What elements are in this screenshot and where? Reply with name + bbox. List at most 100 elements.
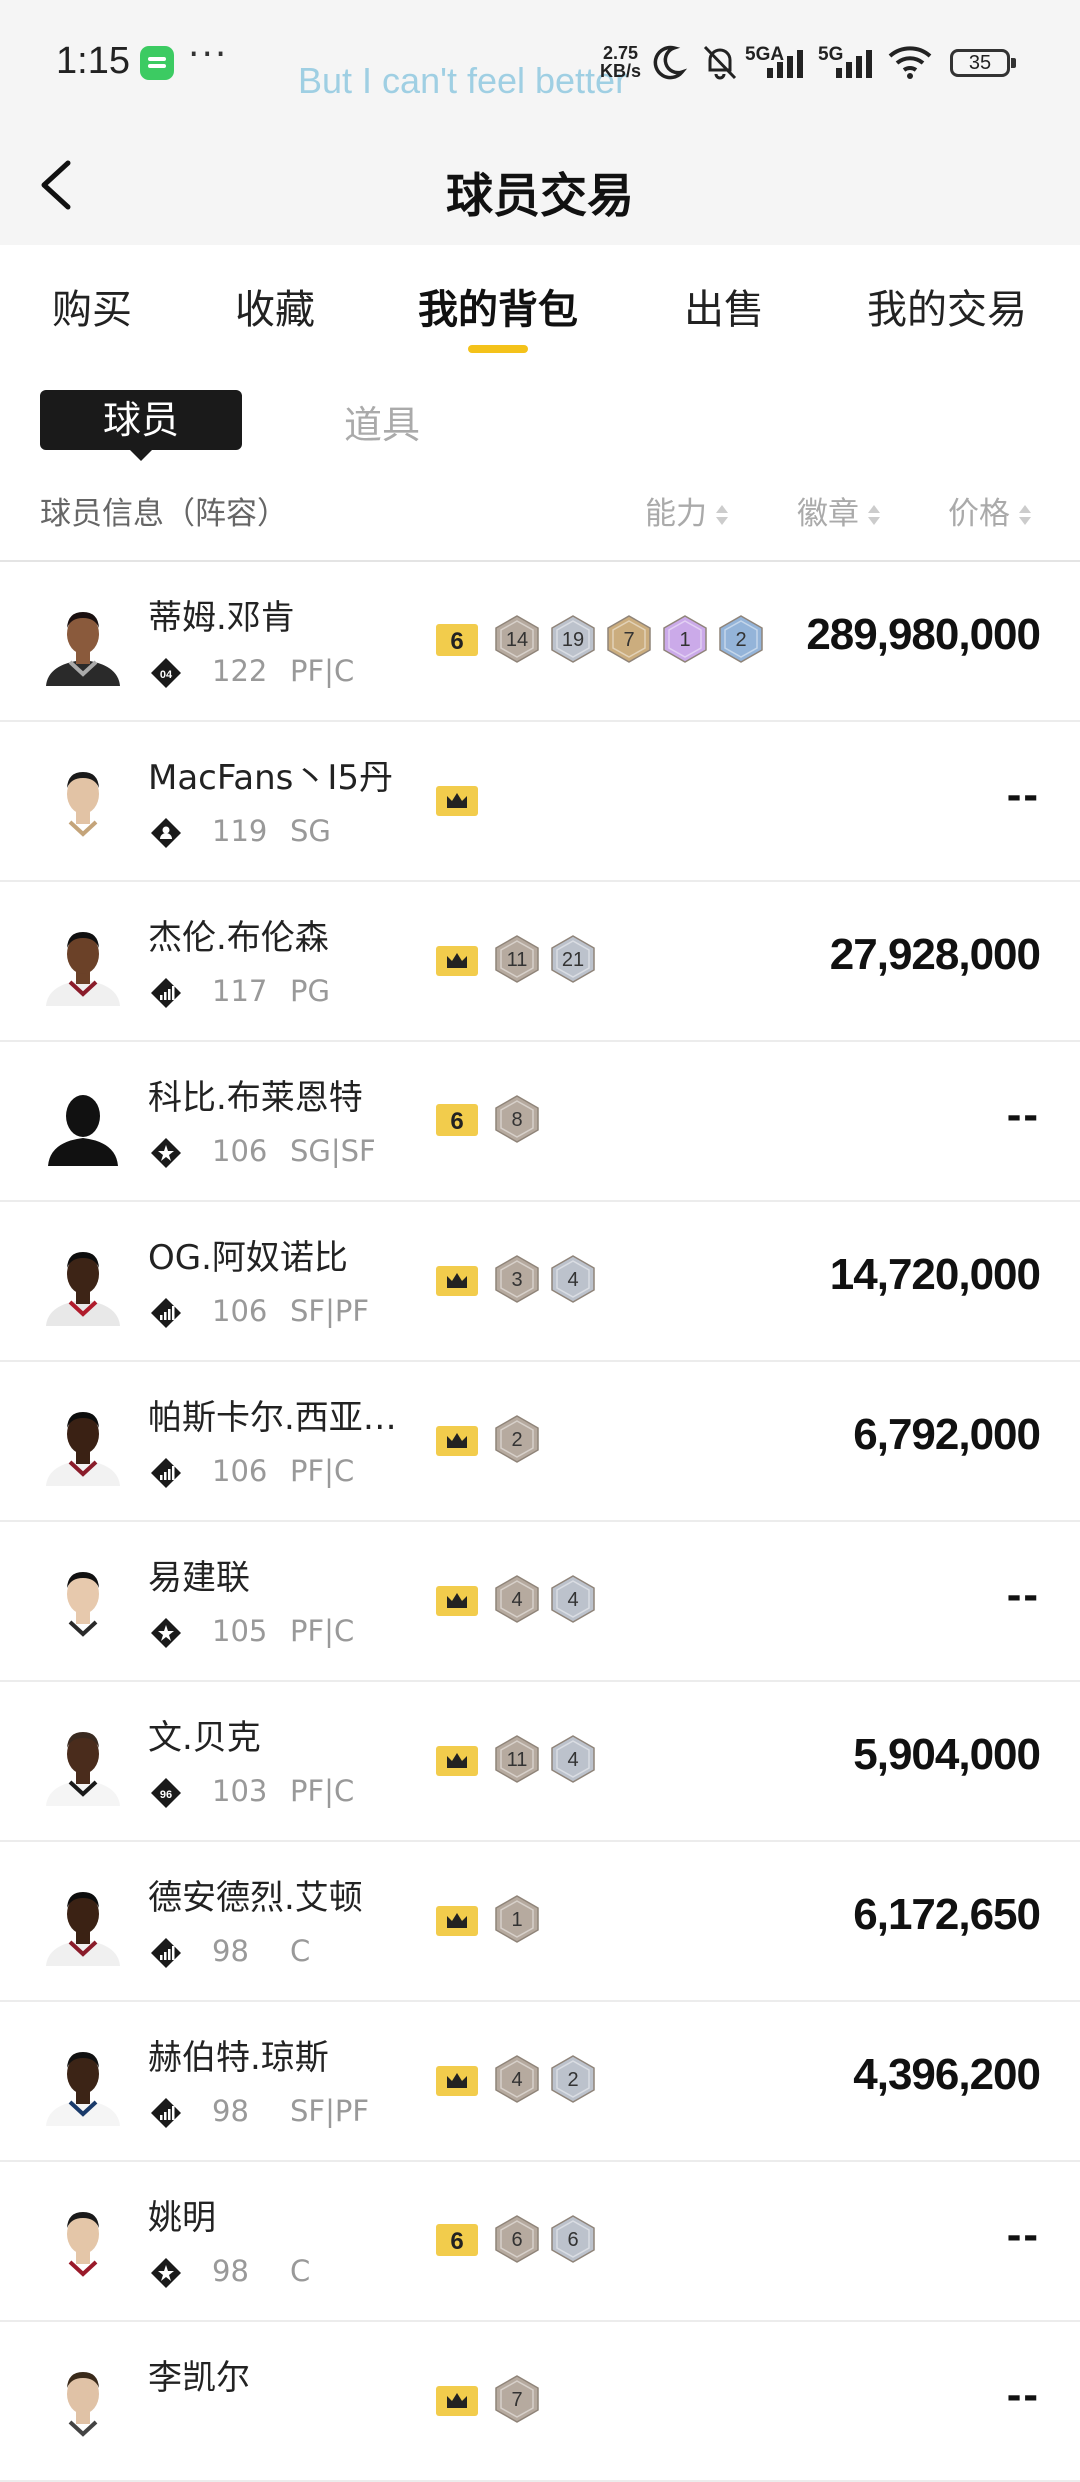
lineup-icon-bars [151, 978, 181, 1008]
crown-badge-icon [436, 1426, 478, 1456]
player-price: 4,396,200 [853, 2050, 1041, 2099]
crown-badge-icon [436, 1266, 478, 1296]
player-avatar [46, 1412, 120, 1486]
player-name: 德安德烈.艾顿 [148, 1878, 363, 1918]
lineup-icon-bars [151, 2098, 181, 2128]
player-rating: 106 [212, 1294, 268, 1328]
net-speed-value: 2.75 [602, 43, 639, 63]
player-position: PF|C [290, 1454, 355, 1488]
badge-count: 11 [507, 949, 528, 971]
badge-count: 1 [679, 629, 690, 651]
player-row[interactable]: 蒂姆.邓肯 04 122 PF|C 6 14 19 7 1 2 289,980,000 [0, 562, 1080, 722]
player-row[interactable]: 易建联 105 PF|C 4 4 -- [0, 1522, 1080, 1682]
signal-icon [836, 50, 872, 78]
player-rating: 98 [212, 1934, 249, 1968]
lineup-icon-96: 96 [151, 1778, 181, 1808]
player-rating: 103 [212, 1774, 268, 1808]
player-rating: 98 [212, 2094, 249, 2128]
subtab-items[interactable]: 道具 [344, 394, 420, 449]
lyric-text: But I can't feel better [298, 60, 628, 101]
player-price: 27,928,000 [829, 930, 1041, 979]
player-price: -- [1006, 770, 1040, 819]
player-price: -- [1006, 2370, 1040, 2419]
player-name: 杰伦.布伦森 [148, 918, 329, 958]
skill-badge-icon: 4 [551, 1255, 595, 1303]
badge-list: 6 6 6 [432, 2214, 604, 2264]
skill-badge-icon: 8 [495, 1095, 539, 1143]
skill-badge-icon: 6 [551, 2215, 595, 2263]
crown-badge-icon [436, 1906, 478, 1936]
player-avatar [46, 2052, 120, 2126]
player-row[interactable]: OG.阿奴诺比 106 SF|PF 3 4 14,720,000 [0, 1202, 1080, 1362]
tab-my-backpack[interactable]: 我的背包 [418, 277, 578, 335]
badge-count: 6 [511, 2229, 522, 2251]
tab-sell[interactable]: 出售 [684, 277, 764, 335]
badge-count: 4 [511, 1589, 522, 1611]
sort-icon [867, 504, 881, 527]
skill-badge-icon: 2 [551, 2055, 595, 2103]
skill-badge-icon: 6 [495, 2215, 539, 2263]
player-position: SG|SF [290, 1134, 376, 1168]
player-price: 289,980,000 [806, 610, 1041, 659]
sort-ability-label: 能力 [645, 496, 707, 532]
sort-price[interactable]: 价格 [948, 488, 1032, 533]
player-name: 蒂姆.邓肯 [148, 598, 295, 638]
player-price: -- [1006, 1570, 1040, 1619]
player-row[interactable]: MacFans丶I5丹 119 SG -- [0, 722, 1080, 882]
player-position: PF|C [290, 654, 355, 688]
subtab-players[interactable]: 球员 [40, 390, 242, 461]
player-row[interactable]: 帕斯卡尔.西亚… 106 PF|C 2 6,792,000 [0, 1362, 1080, 1522]
player-row[interactable]: 李凯尔 7 -- [0, 2322, 1080, 2482]
player-row[interactable]: 文.贝克 96 103 PF|C 11 4 5,904,000 [0, 1682, 1080, 1842]
sort-ability[interactable]: 能力 [645, 488, 729, 533]
badge-count: 4 [567, 1749, 578, 1771]
player-list: 蒂姆.邓肯 04 122 PF|C 6 14 19 7 1 2 289,980,000 MacFans… [0, 562, 1080, 2482]
player-avatar [46, 2212, 120, 2286]
badge-list: 11 21 [432, 934, 604, 984]
tab-buy[interactable]: 购买 [52, 277, 132, 335]
badge-count: 14 [506, 629, 528, 651]
player-price: 6,792,000 [853, 1410, 1041, 1459]
sort-badges[interactable]: 徽章 [797, 488, 881, 533]
player-row[interactable]: 杰伦.布伦森 117 PG 11 21 27,928,000 [0, 882, 1080, 1042]
svg-text:04: 04 [160, 669, 173, 681]
status-bar: 1:15 ··· But I can't feel better 2.75 KB… [0, 0, 1080, 130]
badge-count: 3 [511, 1269, 522, 1291]
net-speed: 2.75 KB/s [600, 44, 641, 80]
player-position: C [290, 2254, 311, 2288]
player-name: 赫伯特.琼斯 [148, 2038, 329, 2078]
tab-favorites[interactable]: 收藏 [235, 277, 315, 335]
badge-count: 2 [735, 629, 746, 651]
badge-count: 7 [623, 629, 634, 651]
tab-my-trades[interactable]: 我的交易 [867, 277, 1027, 335]
skill-badge-icon: 19 [551, 615, 595, 663]
skill-badge-icon: 14 [495, 615, 539, 663]
level-number: 6 [450, 2228, 463, 2255]
player-avatar [46, 612, 120, 686]
player-row[interactable]: 科比.布莱恩特 106 SG|SF 6 8 -- [0, 1042, 1080, 1202]
player-avatar [48, 1095, 118, 1166]
player-position: PF|C [290, 1614, 355, 1648]
player-row[interactable]: 德安德烈.艾顿 98 C 1 6,172,650 [0, 1842, 1080, 2002]
skill-badge-icon: 2 [719, 615, 763, 663]
lineup-icon-person [151, 818, 181, 848]
svg-text:96: 96 [160, 1789, 172, 1801]
player-avatar [46, 932, 120, 1006]
player-position: SG [290, 814, 331, 848]
active-tab-indicator [468, 345, 528, 353]
player-position: PG [290, 974, 330, 1008]
player-row[interactable]: 赫伯特.琼斯 98 SF|PF 4 2 4,396,200 [0, 2002, 1080, 2162]
player-price: 14,720,000 [829, 1250, 1041, 1299]
player-rating: 106 [212, 1134, 268, 1168]
badge-list: 6 14 19 7 1 2 [432, 614, 772, 664]
status-time: 1:15 [56, 40, 130, 82]
crown-badge-icon [436, 1746, 478, 1776]
lineup-icon-bars [151, 1298, 181, 1328]
signal-icon [767, 50, 803, 78]
net-speed-unit: KB/s [600, 61, 642, 81]
lineup-icon-star [151, 2258, 181, 2288]
badge-count: 1 [511, 1909, 522, 1931]
player-rating: 117 [212, 974, 268, 1008]
player-name: 科比.布莱恩特 [148, 1078, 363, 1118]
player-row[interactable]: 姚明 98 C 6 6 6 -- [0, 2162, 1080, 2322]
